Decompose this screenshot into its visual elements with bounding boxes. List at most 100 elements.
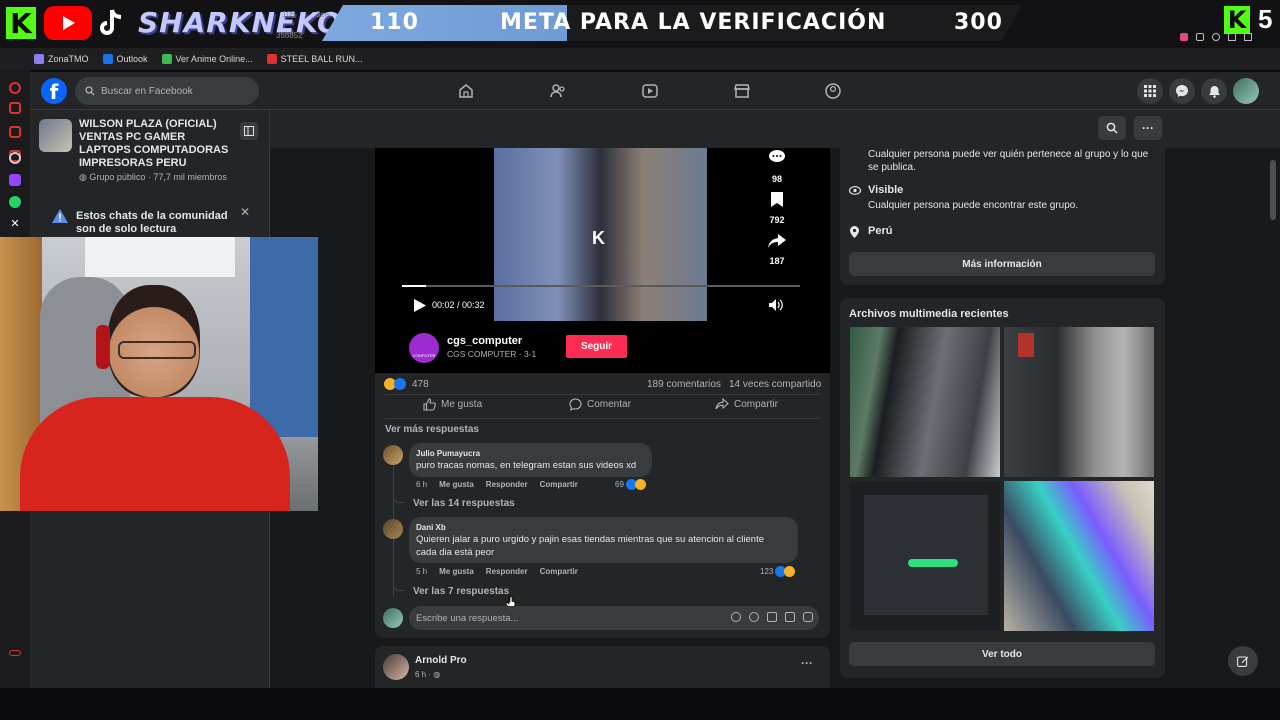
comment-bubble: Dani Xb Quieren jalar a puro urgido y pa… xyxy=(409,517,798,563)
friends-icon[interactable] xyxy=(549,82,567,100)
channel-name[interactable]: cgs_computer xyxy=(447,335,522,347)
reaction-icons[interactable] xyxy=(384,378,408,390)
search-input[interactable]: Buscar en Facebook xyxy=(75,77,259,105)
comment-like[interactable]: Me gusta xyxy=(439,480,474,489)
rail-message-icon[interactable] xyxy=(9,126,21,138)
avatar-sticker-icon[interactable] xyxy=(731,612,741,622)
group-name[interactable]: WILSON PLAZA (OFICIAL) VENTAS PC GAMER L… xyxy=(79,118,239,170)
video-shares-stat[interactable]: 187 xyxy=(762,234,792,266)
video-frame: K xyxy=(494,148,707,321)
volume-icon[interactable] xyxy=(769,299,783,311)
shares-count[interactable]: 14 veces compartido xyxy=(729,379,821,390)
group-about-card: Cualquier persona puede ver quién perten… xyxy=(840,148,1165,285)
comment-button[interactable]: Comentar xyxy=(569,398,631,411)
post-more-button[interactable]: ··· xyxy=(801,656,813,670)
comment-reaction-icons[interactable] xyxy=(626,479,650,490)
comment-text-continued: cada dia está peor xyxy=(416,547,495,558)
bookmark-favicon-icon xyxy=(266,54,277,64)
more-replies-link[interactable]: Ver más respuestas xyxy=(385,424,479,435)
share-arrow-icon xyxy=(768,234,786,248)
media-thumbnail[interactable] xyxy=(1004,327,1154,477)
like-reaction-icon xyxy=(394,378,406,390)
rail-bottom-icon[interactable] xyxy=(9,650,21,656)
close-icon[interactable]: ✕ xyxy=(240,205,250,219)
facebook-logo[interactable]: f xyxy=(41,78,67,104)
reactions-count[interactable]: 478 xyxy=(412,379,429,390)
see-all-button[interactable]: Ver todo xyxy=(849,642,1155,666)
camera-icon[interactable] xyxy=(767,612,777,622)
reply-input[interactable]: Escribe una respuesta... xyxy=(409,606,819,630)
more-info-button[interactable]: Más información xyxy=(849,252,1155,276)
comment-text: Quieren jalar a puro urgido y pajin esas… xyxy=(416,534,765,545)
media-thumbnail[interactable] xyxy=(850,481,1000,631)
marketplace-icon[interactable] xyxy=(733,82,751,100)
warning-icon xyxy=(52,209,68,223)
comment-author[interactable]: Julio Pumayucra xyxy=(416,449,480,458)
comment-reactions-count[interactable]: 123 xyxy=(760,567,773,576)
groups-icon[interactable] xyxy=(824,82,842,100)
x-icon[interactable]: ✕ xyxy=(9,218,21,230)
follow-button[interactable]: Seguir xyxy=(566,335,627,358)
comment-reaction-icons[interactable] xyxy=(775,566,799,577)
comment-time[interactable]: 6 h xyxy=(416,480,427,489)
channel-badge: COMPUTER xyxy=(412,352,436,358)
gif-icon[interactable] xyxy=(785,612,795,622)
view-replies-link[interactable]: Ver las 14 respuestas xyxy=(413,498,515,509)
bookmark-steel-ball-run[interactable]: STEEL BALL RUN... xyxy=(266,54,362,64)
bookmark-outlook[interactable]: Outlook xyxy=(102,54,148,64)
comment-like[interactable]: Me gusta xyxy=(439,567,474,576)
chatgpt-icon[interactable] xyxy=(9,152,21,164)
media-thumbnail[interactable] xyxy=(850,327,1000,477)
menu-grid-button[interactable] xyxy=(1137,78,1163,104)
channel-avatar[interactable]: COMPUTER xyxy=(409,333,439,363)
twitch-icon[interactable] xyxy=(9,174,21,186)
emoji-icon[interactable] xyxy=(749,612,759,622)
share-button[interactable]: Compartir xyxy=(715,398,778,410)
avatar[interactable] xyxy=(383,654,409,680)
messenger-button[interactable] xyxy=(1169,78,1195,104)
play-icon[interactable] xyxy=(414,299,426,312)
group-thumbnail[interactable] xyxy=(39,119,72,152)
video-comments-stat[interactable]: 98 xyxy=(762,150,792,184)
comment-bubble-icon xyxy=(769,150,785,162)
page-scrollbar[interactable] xyxy=(1270,160,1276,220)
group-more-button[interactable]: ··· xyxy=(1134,116,1162,140)
whatsapp-icon[interactable] xyxy=(9,196,21,208)
comment-reactions-count[interactable]: 69 xyxy=(615,480,624,489)
avatar[interactable] xyxy=(383,445,403,465)
video-progress-track[interactable] xyxy=(402,285,800,287)
new-message-button[interactable] xyxy=(1228,646,1258,676)
post-author[interactable]: Arnold Pro xyxy=(415,655,467,666)
avatar[interactable] xyxy=(383,608,403,628)
comment-text: puro tracas nomas, en telegram estan sus… xyxy=(416,460,637,471)
comments-count[interactable]: 189 comentarios xyxy=(647,379,721,390)
notifications-button[interactable] xyxy=(1201,78,1227,104)
group-search-button[interactable] xyxy=(1098,116,1126,140)
avatar[interactable] xyxy=(383,519,403,539)
view-replies-link[interactable]: Ver las 7 respuestas xyxy=(413,586,509,597)
tiktok-icon xyxy=(98,8,126,38)
video-saves-stat[interactable]: 792 xyxy=(762,192,792,225)
comment-author[interactable]: Dani Xb xyxy=(416,523,446,532)
bookmark-anime[interactable]: Ver Anime Online... xyxy=(161,54,253,64)
bookmark-favicon-icon xyxy=(161,54,172,64)
sidebar-toggle-icon xyxy=(244,126,254,136)
bookmark-zonatmo[interactable]: ZonaTMO xyxy=(34,54,89,64)
video-icon[interactable] xyxy=(641,82,659,100)
comment-time[interactable]: 5 h xyxy=(416,567,427,576)
comment-share[interactable]: Compartir xyxy=(540,567,578,576)
media-thumbnail[interactable] xyxy=(1004,481,1154,631)
sticker-icon[interactable] xyxy=(803,612,813,622)
avatar[interactable] xyxy=(1233,78,1259,104)
rail-history-icon[interactable] xyxy=(9,82,21,94)
like-button[interactable]: Me gusta xyxy=(423,398,482,411)
browser-toolbar-icons[interactable] xyxy=(1180,30,1280,44)
recent-media-card: Archivos multimedia recientes Ver todo xyxy=(840,298,1165,678)
comment-share[interactable]: Compartir xyxy=(540,480,578,489)
bookmark-icon xyxy=(771,192,783,207)
comment-reply[interactable]: Responder xyxy=(486,567,528,576)
comment-reply[interactable]: Responder xyxy=(486,480,528,489)
rail-bag-icon[interactable] xyxy=(9,102,21,114)
collapse-sidebar-button[interactable] xyxy=(240,122,258,140)
home-icon[interactable] xyxy=(457,82,475,100)
